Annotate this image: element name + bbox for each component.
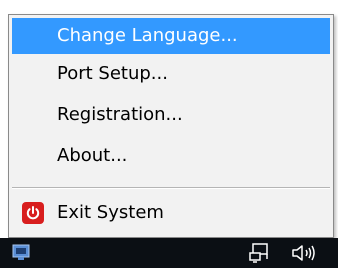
menu-item-label: Registration... xyxy=(57,104,183,125)
menu-item-about[interactable]: About... xyxy=(12,138,330,174)
screen: Change Language... Port Setup... Registr… xyxy=(0,0,338,268)
volume-icon[interactable] xyxy=(290,242,320,264)
network-icon[interactable] xyxy=(248,242,272,264)
power-icon xyxy=(22,202,44,224)
menu-item-exit-system[interactable]: Exit System xyxy=(12,195,330,231)
menu-item-label: Exit System xyxy=(57,202,164,223)
menu-item-port-setup[interactable]: Port Setup... xyxy=(12,56,330,92)
context-menu: Change Language... Port Setup... Registr… xyxy=(8,14,334,238)
menu-item-change-language[interactable]: Change Language... xyxy=(12,18,330,54)
menu-separator xyxy=(12,187,330,189)
menu-item-label: Port Setup... xyxy=(57,63,168,84)
menu-item-label: About... xyxy=(57,145,128,166)
menu-item-registration[interactable]: Registration... xyxy=(12,97,330,133)
menu-item-label: Change Language... xyxy=(57,25,238,46)
taskbar xyxy=(0,238,338,268)
app-tray-icon[interactable] xyxy=(12,243,30,261)
